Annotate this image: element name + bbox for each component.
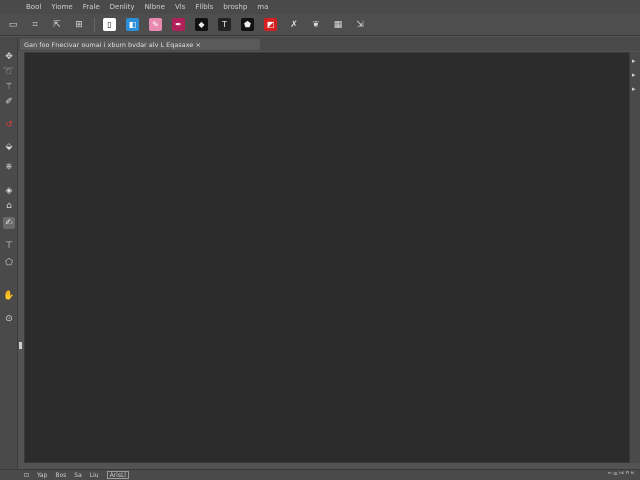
status-bar: ⊡ Yap Bos Sa Liu ArisLl ᵐ ᵐ̶ ʰᴷ ᴴ̃ ᴹ — [0, 469, 640, 480]
panel-collapse-strip: ▸ ▸ ▸ — [630, 52, 640, 463]
document-tab-title: Gan foo Fnecivar oumai i xbum bvdar alv … — [24, 40, 201, 49]
status-item: Bos — [55, 471, 67, 479]
document-icon[interactable]: ▯ — [103, 18, 116, 31]
document-tab[interactable]: Gan foo Fnecivar oumai i xbum bvdar alv … — [20, 39, 260, 50]
pen-icon[interactable]: ✒ — [172, 18, 185, 31]
smudge-icon[interactable]: ❦ — [309, 18, 323, 32]
type-tool-icon[interactable]: ⊤ — [3, 240, 15, 252]
brush-tool-icon[interactable]: ✐ — [3, 96, 15, 108]
panel-icon[interactable]: ▸ — [632, 72, 639, 79]
status-field[interactable]: ArisLl — [106, 471, 129, 479]
eraser-icon[interactable]: ✎ — [149, 18, 162, 31]
menu-item[interactable]: Vls — [175, 3, 185, 11]
menu-bar: Bool Yiome Frale Denlity Nlbne Vls Fllbl… — [0, 0, 640, 14]
path-tool-icon[interactable]: ✍ — [3, 217, 15, 229]
status-item: Liu — [89, 471, 99, 479]
toolbar-resize-handle[interactable] — [19, 342, 22, 349]
menu-item[interactable]: Yiome — [51, 3, 72, 11]
status-right-info: ᵐ ᵐ̶ ʰᴷ ᴴ̃ ᴹ — [607, 471, 634, 478]
move-tool-icon[interactable]: ✥ — [3, 51, 15, 63]
menu-item[interactable]: ma — [257, 3, 268, 11]
clone-tool-icon[interactable]: ⎈ — [3, 161, 15, 173]
selection-icon[interactable]: ▭ — [6, 18, 20, 32]
shape-icon[interactable]: ⬟ — [241, 18, 254, 31]
panel-icon[interactable]: ▸ — [632, 58, 639, 65]
transform-icon[interactable]: ⇱ — [50, 18, 64, 32]
zoom-tool-icon[interactable]: ⊙ — [3, 313, 15, 325]
blur-tool-icon[interactable]: ◈ — [3, 185, 15, 197]
gradient-tool-icon[interactable]: ⌂ — [3, 200, 15, 212]
menu-item[interactable]: Denlity — [110, 3, 135, 11]
menu-item[interactable]: Nlbne — [145, 3, 165, 11]
menu-item[interactable]: Bool — [26, 3, 41, 11]
stamp-icon[interactable]: ◆ — [195, 18, 208, 31]
canvas-area[interactable] — [24, 52, 630, 463]
options-bar: ▭ ⌗ ⇱ ⊞ ▯ ◧ ✎ ✒ ◆ T ⬟ ◩ ✗ ❦ ▦ ⇲ — [0, 14, 640, 36]
lasso-tool-icon[interactable]: ➰ — [3, 66, 15, 78]
document-tab-bar: Gan foo Fnecivar oumai i xbum bvdar alv … — [18, 37, 640, 51]
panel-icon[interactable]: ▸ — [632, 86, 639, 93]
magic-wand-tool-icon[interactable]: ⚚ — [3, 81, 15, 93]
frame-icon[interactable]: ⊞ — [72, 18, 86, 32]
type-icon[interactable]: T — [218, 18, 231, 31]
divider — [94, 17, 95, 32]
hand-tool-icon[interactable]: ✋ — [3, 290, 15, 302]
menu-item[interactable]: broshp — [223, 3, 247, 11]
status-item[interactable]: ⊡ — [24, 472, 29, 479]
spot-heal-tool-icon[interactable]: ↺ — [3, 119, 15, 131]
grid-icon[interactable]: ▦ — [331, 18, 345, 32]
quill-icon[interactable]: ✗ — [287, 18, 301, 32]
menu-item[interactable]: Fllbls — [195, 3, 213, 11]
shape-tool-icon[interactable]: ⬠ — [3, 257, 15, 269]
status-item: Yap — [37, 471, 48, 479]
export-icon[interactable]: ⇲ — [353, 18, 367, 32]
fill-icon[interactable]: ◩ — [264, 18, 277, 31]
brush-icon[interactable]: ◧ — [126, 18, 139, 31]
tools-panel: ✥ ➰ ⚚ ✐ ↺ ⬙ ⎈ ◈ ⌂ ✍ ⊤ ⬠ ✋ ⊙ — [0, 37, 18, 469]
crop-icon[interactable]: ⌗ — [28, 18, 42, 32]
menu-item[interactable]: Frale — [83, 3, 100, 11]
status-item: Sa — [74, 471, 82, 479]
eraser-tool-icon[interactable]: ⬙ — [3, 141, 15, 153]
